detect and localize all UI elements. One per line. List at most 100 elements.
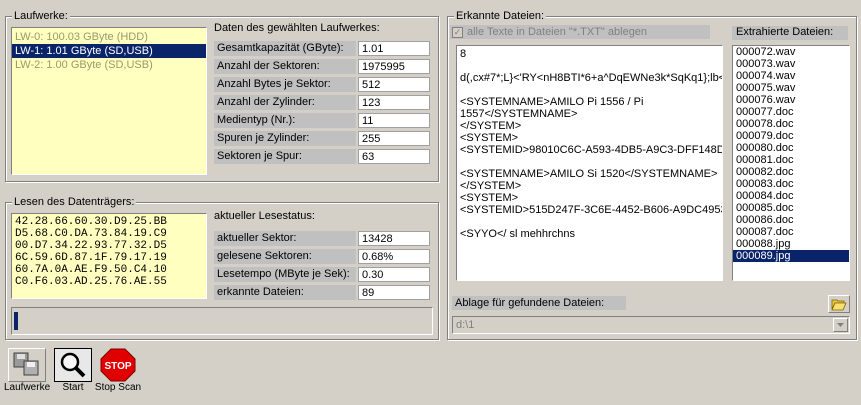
- hex-line: C0.F6.03.AD.25.76.AE.55: [15, 276, 167, 288]
- read-progress-bar: [11, 307, 433, 335]
- stop-icon-text: STOP: [104, 361, 131, 372]
- drives-group-title: Laufwerke:: [12, 10, 70, 22]
- read-status-label: aktueller Sektor:: [214, 231, 356, 246]
- extracted-file-item[interactable]: 000074.wav: [733, 70, 849, 82]
- extracted-file-item[interactable]: 000073.wav: [733, 58, 849, 70]
- drive-detail-value: 512: [358, 77, 430, 92]
- drives-toolbar-button[interactable]: Laufwerke: [4, 348, 50, 393]
- drive-details-title: Daten des gewählten Laufwerkes:: [214, 22, 380, 34]
- preview-line: <SYSTEM>: [460, 192, 519, 204]
- hex-line: 6C.59.6D.87.1F.79.17.19: [15, 252, 167, 264]
- read-group: Lesen des Datenträgers: 42.28.66.60.30.D…: [5, 196, 439, 340]
- drive-detail-value: 1975995: [358, 59, 430, 74]
- preview-line: <SYSTEMID>515D247F-3C6E-4452-B606-A9DC49…: [460, 204, 723, 216]
- drive-detail-label: Anzahl Bytes je Sektor:: [214, 77, 356, 92]
- extracted-file-item[interactable]: 000078.doc: [733, 118, 849, 130]
- preview-line: <SYSTEMNAME>AMILO Si 1520</SYSTEMNAME>: [460, 168, 718, 180]
- preview-line: 1557</SYSTEMNAME>: [460, 108, 578, 120]
- drive-detail-value: 123: [358, 95, 430, 110]
- extracted-file-item[interactable]: 000088.jpg: [733, 238, 849, 250]
- preview-line: [460, 216, 719, 228]
- read-status-label: gelesene Sektoren:: [214, 249, 356, 264]
- extracted-file-item[interactable]: 000079.doc: [733, 130, 849, 142]
- extracted-files-title: Extrahierte Dateien:: [732, 26, 848, 40]
- preview-line: <SYSTEMNAME>AMILO Pi 1556 / Pi: [460, 96, 644, 108]
- drive-detail-label: Anzahl der Zylinder:: [214, 95, 356, 110]
- extracted-files-list[interactable]: 000072.wav 000073.wav 000074.wav 000075.wav…: [732, 45, 850, 281]
- preview-line: d(,cx#7*;L}<'RY<nH8BTI*6+a^DqEWNe3k*SqKq…: [460, 72, 723, 84]
- preview-line: <SYSTEM>: [460, 132, 519, 144]
- drive-detail-label: Medientyp (Nr.):: [214, 113, 356, 128]
- hex-line: 42.28.66.60.30.D9.25.BB: [15, 216, 167, 228]
- drive-list[interactable]: LW-0: 100.03 GByte (HDD) LW-1: 1.01 GByte…: [11, 27, 207, 175]
- open-folder-button[interactable]: [828, 295, 850, 313]
- combo-dropdown-button[interactable]: [833, 318, 848, 332]
- drive-list-item[interactable]: LW-0: 100.03 GByte (HDD): [12, 30, 206, 44]
- preview-line: </SYSTEM>: [460, 120, 522, 132]
- extracted-file-item[interactable]: 000077.doc: [733, 106, 849, 118]
- read-status-value: 0.30: [358, 267, 430, 282]
- magnifier-icon: [60, 352, 86, 378]
- drive-detail-value: 63: [358, 149, 430, 164]
- extracted-file-item[interactable]: 000085.doc: [733, 202, 849, 214]
- start-label: Start: [62, 382, 84, 393]
- extracted-file-item[interactable]: 000086.doc: [733, 214, 849, 226]
- stop-scan-label: Stop Scan: [94, 382, 142, 393]
- extracted-file-item[interactable]: 000087.doc: [733, 226, 849, 238]
- drive-list-item[interactable]: LW-2: 1.00 GByte (SD,USB): [12, 58, 206, 72]
- read-status-value: 89: [358, 285, 430, 300]
- preview-line: </SYSTEM>: [460, 180, 522, 192]
- preview-line: [460, 84, 719, 96]
- drive-detail-label: Gesamtkapazität (GByte):: [214, 41, 356, 56]
- read-status-value: 0.68%: [358, 249, 430, 264]
- start-button[interactable]: Start: [52, 348, 94, 393]
- drive-detail-value: 1.01: [358, 41, 430, 56]
- stop-scan-button[interactable]: STOP Stop Scan: [94, 348, 142, 393]
- extracted-file-item[interactable]: 000084.doc: [733, 190, 849, 202]
- drives-toolbar-label: Laufwerke: [4, 382, 51, 393]
- save-txt-checkbox[interactable]: ✓: [452, 26, 463, 38]
- drive-detail-value: 11: [358, 113, 430, 128]
- drive-detail-label: Sektoren je Spur:: [214, 149, 356, 164]
- stop-icon: STOP: [100, 348, 136, 382]
- drive-list-item[interactable]: LW-1: 1.01 GByte (SD,USB): [12, 44, 206, 58]
- read-status-label: erkannte Dateien:: [214, 285, 356, 300]
- drives-group: Laufwerke: LW-0: 100.03 GByte (HDD) LW-1:…: [5, 10, 439, 182]
- preview-line: [460, 60, 719, 72]
- preview-line: <SYYO</ sl mehhrchns: [460, 228, 575, 240]
- save-txt-checkbox-label: alle Texte in Dateien "*.TXT" ablegen: [467, 26, 648, 38]
- read-status-title: aktueller Lesestatus:: [214, 210, 315, 222]
- storage-path-combo[interactable]: d:\1: [452, 316, 850, 334]
- extracted-file-item[interactable]: 000089.jpg: [733, 250, 849, 262]
- read-group-title: Lesen des Datenträgers:: [12, 196, 137, 208]
- drives-icon: [13, 352, 39, 376]
- extracted-file-item[interactable]: 000080.doc: [733, 142, 849, 154]
- hex-line: 00.D7.34.22.93.77.32.D5: [15, 240, 167, 252]
- hex-line: D5.68.C0.DA.73.84.19.C9: [15, 228, 167, 240]
- read-status-label: Lesetempo (MByte je Sek):: [214, 267, 356, 282]
- drive-detail-label: Anzahl der Sektoren:: [214, 59, 356, 74]
- drive-detail-label: Spuren je Zylinder:: [214, 131, 356, 146]
- drive-detail-value: 255: [358, 131, 430, 146]
- preview-line: <SYSTEMID>98010C6C-A593-4DB5-A9C3-DFF148…: [460, 144, 723, 156]
- extracted-file-item[interactable]: 000076.wav: [733, 94, 849, 106]
- save-txt-checkbox-row[interactable]: ✓ alle Texte in Dateien "*.TXT" ablegen: [450, 25, 710, 39]
- chevron-down-icon: [837, 323, 844, 327]
- extracted-file-item[interactable]: 000082.doc: [733, 166, 849, 178]
- found-files-title: Erkannte Dateien:: [454, 10, 547, 22]
- preview-line: [460, 156, 719, 168]
- extracted-file-item[interactable]: 000081.doc: [733, 154, 849, 166]
- found-files-group: Erkannte Dateien: ✓ alle Texte in Dateie…: [447, 10, 857, 340]
- read-progress-fill: [14, 312, 18, 330]
- extracted-file-item[interactable]: 000072.wav: [733, 46, 849, 58]
- text-preview[interactable]: 8 d(,cx#7*;L}<'RY<nH8BTI*6+a^DqEWNe3k*SqK…: [456, 45, 723, 281]
- storage-label: Ablage für gefundene Dateien:: [452, 296, 626, 310]
- storage-path-value: d:\1: [456, 319, 475, 331]
- folder-open-icon: [831, 299, 847, 310]
- extracted-file-item[interactable]: 000083.doc: [733, 178, 849, 190]
- hex-line: 60.7A.0A.AE.F9.50.C4.10: [15, 264, 167, 276]
- hex-view: 42.28.66.60.30.D9.25.BB D5.68.C0.DA.73.84…: [11, 213, 207, 299]
- read-status-value: 13428: [358, 231, 430, 246]
- extracted-file-item[interactable]: 000075.wav: [733, 82, 849, 94]
- preview-line: 8: [460, 48, 467, 60]
